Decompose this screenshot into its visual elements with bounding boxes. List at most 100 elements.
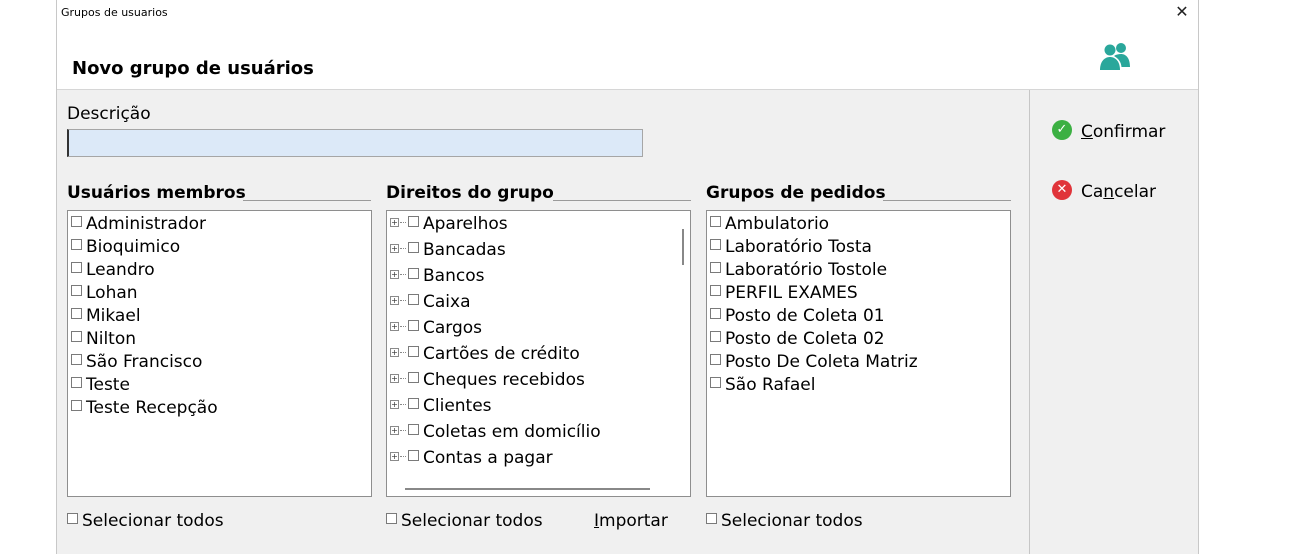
checkbox-icon[interactable] [386,512,397,524]
checkbox-icon[interactable] [408,345,419,357]
expand-icon[interactable]: + [390,296,399,305]
members-select-all[interactable]: Selecionar todos [67,511,224,531]
orders-title-underline [883,200,1011,201]
list-item[interactable]: São Francisco [71,352,202,375]
checkbox-icon[interactable] [408,423,419,435]
checkbox-icon[interactable] [408,397,419,409]
cancel-mnemonic: n [1103,182,1115,202]
window-title: Grupos de usuarios [61,6,168,19]
tree-node[interactable]: + Coletas em domicílio [390,422,601,448]
list-item[interactable]: Lohan [71,283,138,306]
tree-node[interactable]: + Cargos [390,318,482,344]
checkbox-icon[interactable] [710,376,721,388]
tree-connector [400,300,406,301]
checkbox-icon[interactable] [408,449,419,461]
list-item[interactable]: Posto de Coleta 01 [710,306,885,329]
list-item[interactable]: Bioquimico [71,237,180,260]
checkbox-icon[interactable] [71,330,82,342]
checkbox-icon[interactable] [408,241,419,253]
rights-vertical-scrollbar[interactable] [676,211,690,496]
expand-icon[interactable]: + [390,244,399,253]
import-button[interactable]: Importar [594,511,668,531]
description-label: Descrição [67,104,151,124]
checkbox-icon[interactable] [710,284,721,296]
list-item[interactable]: Posto de Coleta 02 [710,329,885,352]
list-item-label: Teste Recepção [86,398,218,418]
checkbox-icon[interactable] [710,330,721,342]
tree-node-label: Aparelhos [423,214,508,234]
checkbox-icon[interactable] [706,512,717,524]
list-item[interactable]: Posto De Coleta Matriz [710,352,918,375]
list-item[interactable]: Nilton [71,329,136,352]
description-input[interactable] [67,129,643,157]
checkbox-icon[interactable] [71,353,82,365]
expand-icon[interactable]: + [390,322,399,331]
check-circle-icon: ✓ [1052,120,1072,140]
orders-list[interactable]: Ambulatorio Laboratório Tosta Laboratório … [706,210,1011,497]
list-item-label: Administrador [86,214,207,234]
orders-section-title: Grupos de pedidos [706,183,886,203]
checkbox-icon[interactable] [408,293,419,305]
checkbox-icon[interactable] [408,267,419,279]
tree-node[interactable]: + Aparelhos [390,214,508,240]
rights-title-underline [553,200,691,201]
list-item[interactable]: Ambulatorio [710,214,829,237]
tree-connector [400,352,406,353]
checkbox-icon[interactable] [408,319,419,331]
checkbox-icon[interactable] [71,238,82,250]
close-icon[interactable]: ✕ [1172,2,1192,22]
rights-scroll-thumb[interactable] [682,229,684,265]
tree-node-label: Caixa [423,292,471,312]
checkbox-icon[interactable] [710,307,721,319]
list-item[interactable]: PERFIL EXAMES [710,283,858,306]
list-item-label: Laboratório Tosta [725,237,872,257]
tree-node[interactable]: + Clientes [390,396,492,422]
checkbox-icon[interactable] [710,261,721,273]
orders-select-all[interactable]: Selecionar todos [706,511,863,531]
list-item[interactable]: Teste Recepção [71,398,218,421]
tree-connector [400,326,406,327]
checkbox-icon[interactable] [408,215,419,227]
checkbox-icon[interactable] [408,371,419,383]
list-item-label: Bioquimico [86,237,181,257]
checkbox-icon[interactable] [71,261,82,273]
tree-connector [400,456,406,457]
cancel-button[interactable]: ✕ Cancelar [1052,180,1156,202]
expand-icon[interactable]: + [390,270,399,279]
expand-icon[interactable]: + [390,218,399,227]
tree-node[interactable]: + Contas a pagar [390,448,553,474]
list-item[interactable]: Laboratório Tosta [710,237,872,260]
checkbox-icon[interactable] [710,215,721,227]
checkbox-icon[interactable] [71,307,82,319]
checkbox-icon[interactable] [710,238,721,250]
checkbox-icon[interactable] [67,512,78,524]
expand-icon[interactable]: + [390,400,399,409]
confirm-button[interactable]: ✓ Confirmar [1052,120,1165,142]
rights-select-all[interactable]: Selecionar todos [386,511,543,531]
list-item[interactable]: Administrador [71,214,206,237]
members-list[interactable]: Administrador Bioquimico Leandro Lohan Mikae… [67,210,372,497]
expand-icon[interactable]: + [390,452,399,461]
tree-node[interactable]: + Cheques recebidos [390,370,585,396]
tree-node-label: Coletas em domicílio [423,422,601,442]
checkbox-icon[interactable] [71,399,82,411]
tree-node[interactable]: + Bancadas [390,240,506,266]
expand-icon[interactable]: + [390,426,399,435]
list-item[interactable]: Mikael [71,306,141,329]
checkbox-icon[interactable] [71,215,82,227]
rights-tree[interactable]: + Contas a pagar + Coletas em domicílio + Cli… [386,210,691,497]
checkbox-icon[interactable] [71,284,82,296]
checkbox-icon[interactable] [710,353,721,365]
tree-node[interactable]: + Bancos [390,266,484,292]
list-item[interactable]: Teste [71,375,130,398]
tree-node[interactable]: + Cartões de crédito [390,344,580,370]
expand-icon[interactable]: + [390,348,399,357]
tree-node[interactable]: + Caixa [390,292,471,318]
checkbox-icon[interactable] [71,376,82,388]
list-item-label: Lohan [86,283,138,303]
list-item[interactable]: São Rafael [710,375,815,398]
list-item[interactable]: Laboratório Tostole [710,260,887,283]
rights-horizontal-scrollbar[interactable] [405,488,650,490]
list-item[interactable]: Leandro [71,260,155,283]
expand-icon[interactable]: + [390,374,399,383]
